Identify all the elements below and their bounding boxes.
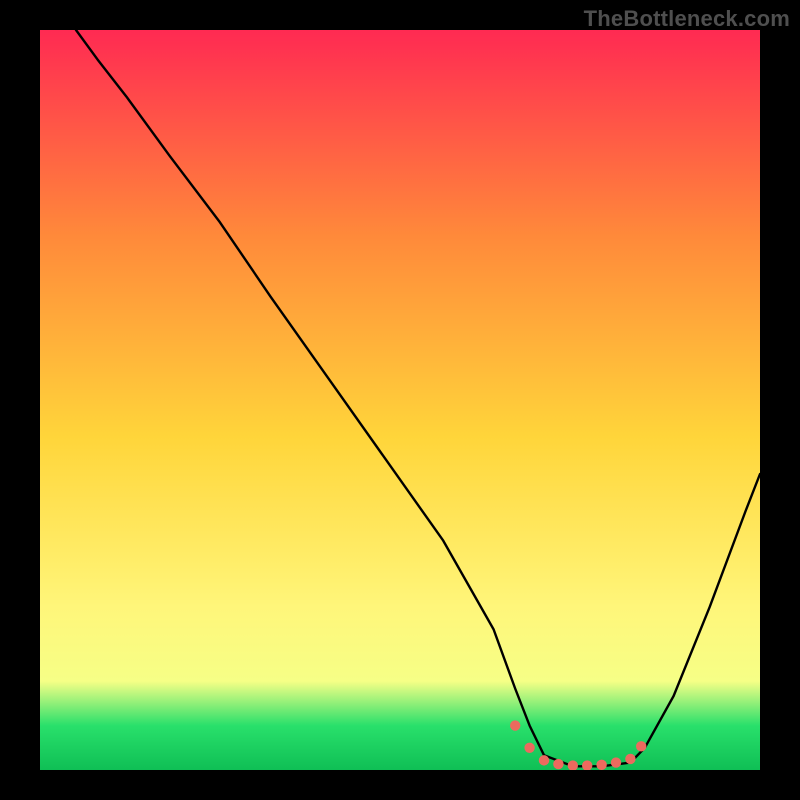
valley-marker	[596, 760, 606, 770]
watermark-text: TheBottleneck.com	[584, 6, 790, 32]
valley-marker	[625, 754, 635, 764]
bottleneck-chart	[40, 30, 760, 770]
chart-plot-area	[40, 30, 760, 770]
valley-marker	[524, 743, 534, 753]
valley-marker	[636, 741, 646, 751]
valley-marker	[553, 759, 563, 769]
valley-marker	[510, 720, 520, 730]
gradient-background	[40, 30, 760, 770]
valley-marker	[539, 755, 549, 765]
valley-marker	[611, 757, 621, 767]
